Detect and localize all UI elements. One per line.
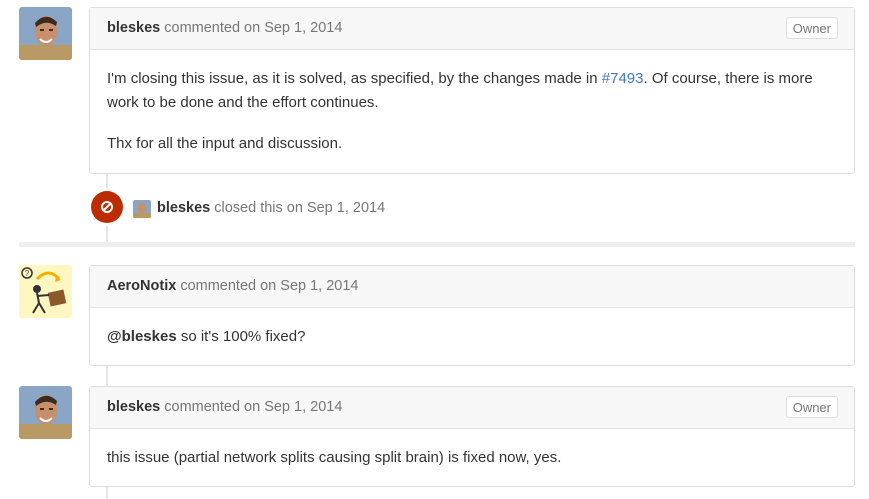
user-mention[interactable]: @bleskes <box>107 328 177 345</box>
event-text: bleskes closed this on Sep 1, 2014 <box>157 200 385 216</box>
comment-text: I'm closing this issue, as it is solved,… <box>107 70 602 87</box>
svg-text:?: ? <box>25 269 30 278</box>
owner-badge: Owner <box>785 396 838 418</box>
comment-body: this issue (partial network splits causi… <box>90 429 854 470</box>
comment-author[interactable]: bleskes <box>107 20 160 36</box>
comment: bleskes commented on Sep 1, 2014 Owner t… <box>89 386 855 487</box>
comment-author[interactable]: bleskes <box>107 399 160 415</box>
event-description: closed this on Sep 1, 2014 <box>214 200 386 216</box>
divider <box>19 242 855 247</box>
comment: bleskes commented on Sep 1, 2014 Owner I… <box>89 7 855 174</box>
comment-paragraph: this issue (partial network splits causi… <box>107 449 562 466</box>
comment-text: so it's 100% fixed? <box>176 328 306 345</box>
issue-link[interactable]: #7493 <box>602 70 644 87</box>
timeline-line <box>106 365 108 387</box>
comment-paragraph: Thx for all the input and discussion. <box>107 135 343 152</box>
comment-author[interactable]: AeroNotix <box>107 278 176 294</box>
comment-body: I'm closing this issue, as it is solved,… <box>90 50 854 156</box>
avatar[interactable]: ? <box>19 265 72 318</box>
comment-header: bleskes commented on Sep 1, 2014 Owner <box>90 387 854 429</box>
event-author[interactable]: bleskes <box>157 200 210 216</box>
comment: AeroNotix commented on Sep 1, 2014 @bles… <box>89 265 855 366</box>
comment-paragraph: @bleskes so it's 100% fixed? <box>107 325 837 349</box>
timeline-line <box>106 486 108 499</box>
comment-paragraph: I'm closing this issue, as it is solved,… <box>107 67 837 115</box>
comment-meta[interactable]: commented on Sep 1, 2014 <box>164 399 342 415</box>
comment-meta[interactable]: commented on Sep 1, 2014 <box>180 278 358 294</box>
comment-header: bleskes commented on Sep 1, 2014 Owner <box>90 8 854 50</box>
avatar[interactable] <box>133 200 151 218</box>
closed-icon <box>91 191 123 223</box>
comment-meta[interactable]: commented on Sep 1, 2014 <box>164 20 342 36</box>
avatar[interactable] <box>19 7 72 60</box>
avatar[interactable] <box>19 386 72 439</box>
comment-body: @bleskes so it's 100% fixed? <box>90 308 854 349</box>
comment-header: AeroNotix commented on Sep 1, 2014 <box>90 266 854 308</box>
owner-badge: Owner <box>785 17 838 39</box>
